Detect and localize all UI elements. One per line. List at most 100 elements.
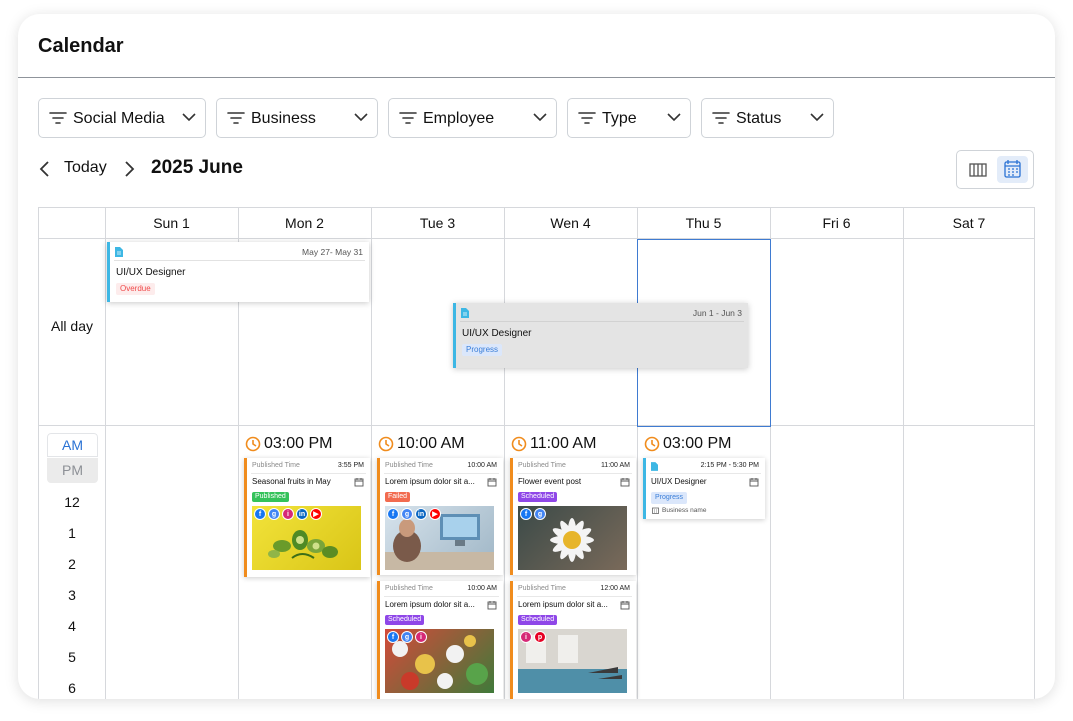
- post-card[interactable]: Published Time 10:00 AM Lorem ipsum dolo…: [377, 458, 503, 575]
- event-date-range: May 27- May 31: [302, 247, 363, 257]
- filter-label: Type: [602, 110, 637, 127]
- filter-label: Employee: [423, 110, 495, 127]
- calendar-icon: [487, 478, 497, 487]
- google-business-icon: g: [401, 631, 413, 643]
- instagram-icon: i: [415, 631, 427, 643]
- chevron-down-icon: [182, 113, 196, 122]
- time-slot-label: 10:00 AM: [397, 435, 465, 452]
- employee-filter[interactable]: Employee: [388, 98, 557, 138]
- status-filter[interactable]: Status: [701, 98, 834, 138]
- all-day-event[interactable]: May 27- May 31 UI/UX Designer Overdue: [107, 242, 369, 302]
- pm-button[interactable]: PM: [47, 458, 98, 483]
- calendar-grid: Sun 1 Mon 2 Tue 3 Wen 4 Thu 5 Fri 6 Sat …: [38, 207, 1035, 699]
- clock-icon: [644, 436, 660, 452]
- post-image: f g i: [385, 629, 494, 693]
- grid-line: [504, 208, 505, 699]
- chevron-left-icon[interactable]: [38, 160, 52, 178]
- google-business-icon: g: [401, 508, 413, 520]
- calendar-view-button[interactable]: [997, 156, 1028, 183]
- post-card[interactable]: Published Time 12:00 AM Lorem ipsum dolo…: [510, 581, 636, 699]
- status-badge: Scheduled: [385, 615, 425, 625]
- grid-line: [105, 208, 106, 699]
- filter-icon: [49, 112, 67, 124]
- post-image: f g: [518, 506, 627, 570]
- event-title: UI/UX Designer: [462, 328, 532, 339]
- hour-label: 2: [68, 556, 76, 572]
- all-day-label: All day: [50, 318, 94, 334]
- task-title: UI/UX Designer: [651, 477, 707, 486]
- instagram-icon: i: [520, 631, 532, 643]
- time-slot-label: 11:00 AM: [530, 435, 597, 452]
- post-image: i p: [518, 629, 627, 693]
- chevron-down-icon: [354, 113, 368, 122]
- published-time-label: Published Time: [518, 585, 566, 592]
- published-time-label: Published Time: [252, 462, 300, 469]
- document-icon: [461, 308, 469, 318]
- status-badge: Scheduled: [518, 615, 558, 625]
- hour-label: 1: [68, 525, 76, 541]
- divider: [460, 321, 744, 322]
- chevron-right-icon[interactable]: [122, 160, 136, 178]
- status-badge: Published: [252, 492, 289, 502]
- day-header: Sat 7: [952, 215, 986, 231]
- grid-line: [39, 425, 1034, 426]
- social-media-filter[interactable]: Social Media: [38, 98, 206, 138]
- hour-label: 5: [68, 649, 76, 665]
- week-view-button[interactable]: [962, 156, 993, 183]
- week-view-icon: [969, 163, 987, 177]
- hour-label: 12: [64, 494, 80, 510]
- post-title: Lorem ipsum dolor sit a...: [385, 477, 475, 486]
- post-card[interactable]: Published Time 10:00 AM Lorem ipsum dolo…: [377, 581, 503, 699]
- published-time-label: Published Time: [385, 585, 433, 592]
- day-header: Fri 6: [822, 215, 851, 231]
- published-time-label: Published Time: [518, 462, 566, 469]
- post-title: Lorem ipsum dolor sit a...: [385, 600, 475, 609]
- event-date-range: Jun 1 - Jun 3: [692, 308, 742, 318]
- status-badge: Failed: [385, 492, 411, 502]
- day-header: Wen 4: [550, 215, 591, 231]
- filter-label: Status: [736, 110, 782, 127]
- task-time-range: 2:15 PM - 5:30 PM: [700, 462, 759, 469]
- page-title: Calendar: [38, 35, 124, 57]
- filter-icon: [712, 112, 730, 124]
- post-image: f g in ▶: [385, 506, 494, 570]
- post-card[interactable]: Published Time 3:55 PM Seasonal fruits i…: [244, 458, 370, 577]
- post-time: 10:00 AM: [467, 585, 497, 592]
- calendar-icon: [354, 478, 364, 487]
- all-day-event[interactable]: Jun 1 - Jun 3 UI/UX Designer Progress: [453, 303, 748, 368]
- calendar-icon: [487, 601, 497, 610]
- business-filter[interactable]: Business: [216, 98, 378, 138]
- facebook-icon: f: [387, 631, 399, 643]
- social-icons: f g i: [387, 631, 429, 643]
- time-slot-label: 03:00 PM: [264, 435, 333, 452]
- am-pm-toggle: AM PM: [47, 433, 98, 483]
- social-icons: i p: [520, 631, 548, 643]
- social-icons: f g in ▶: [387, 508, 443, 520]
- social-icons: f g i in ▶: [254, 508, 324, 520]
- status-badge: Progress: [651, 492, 688, 504]
- divider: [517, 596, 632, 597]
- youtube-icon: ▶: [429, 508, 441, 520]
- facebook-icon: f: [254, 508, 266, 520]
- time-slot-header: 03:00 PM: [245, 433, 332, 455]
- day-header: Thu 5: [685, 215, 722, 231]
- post-time: 3:55 PM: [337, 462, 364, 469]
- google-business-icon: g: [268, 508, 280, 520]
- am-button[interactable]: AM: [47, 433, 98, 457]
- filter-label: Social Media: [73, 110, 165, 127]
- header-divider: [18, 77, 1055, 78]
- view-toggle: [956, 150, 1034, 189]
- today-button[interactable]: Today: [64, 159, 107, 177]
- post-title: Seasonal fruits in May: [252, 477, 331, 486]
- current-month: 2025 June: [151, 157, 243, 178]
- instagram-icon: i: [282, 508, 294, 520]
- chevron-down-icon: [533, 113, 547, 122]
- type-filter[interactable]: Type: [567, 98, 691, 138]
- status-badge: Progress: [462, 344, 503, 356]
- post-card[interactable]: Published Time 11:00 AM Flower event pos…: [510, 458, 636, 575]
- clock-icon: [511, 436, 527, 452]
- clock-icon: [245, 436, 261, 452]
- task-card[interactable]: 2:15 PM - 5:30 PM UI/UX Designer Progres…: [643, 458, 765, 519]
- chevron-down-icon: [667, 113, 681, 122]
- hour-label: 4: [68, 618, 76, 634]
